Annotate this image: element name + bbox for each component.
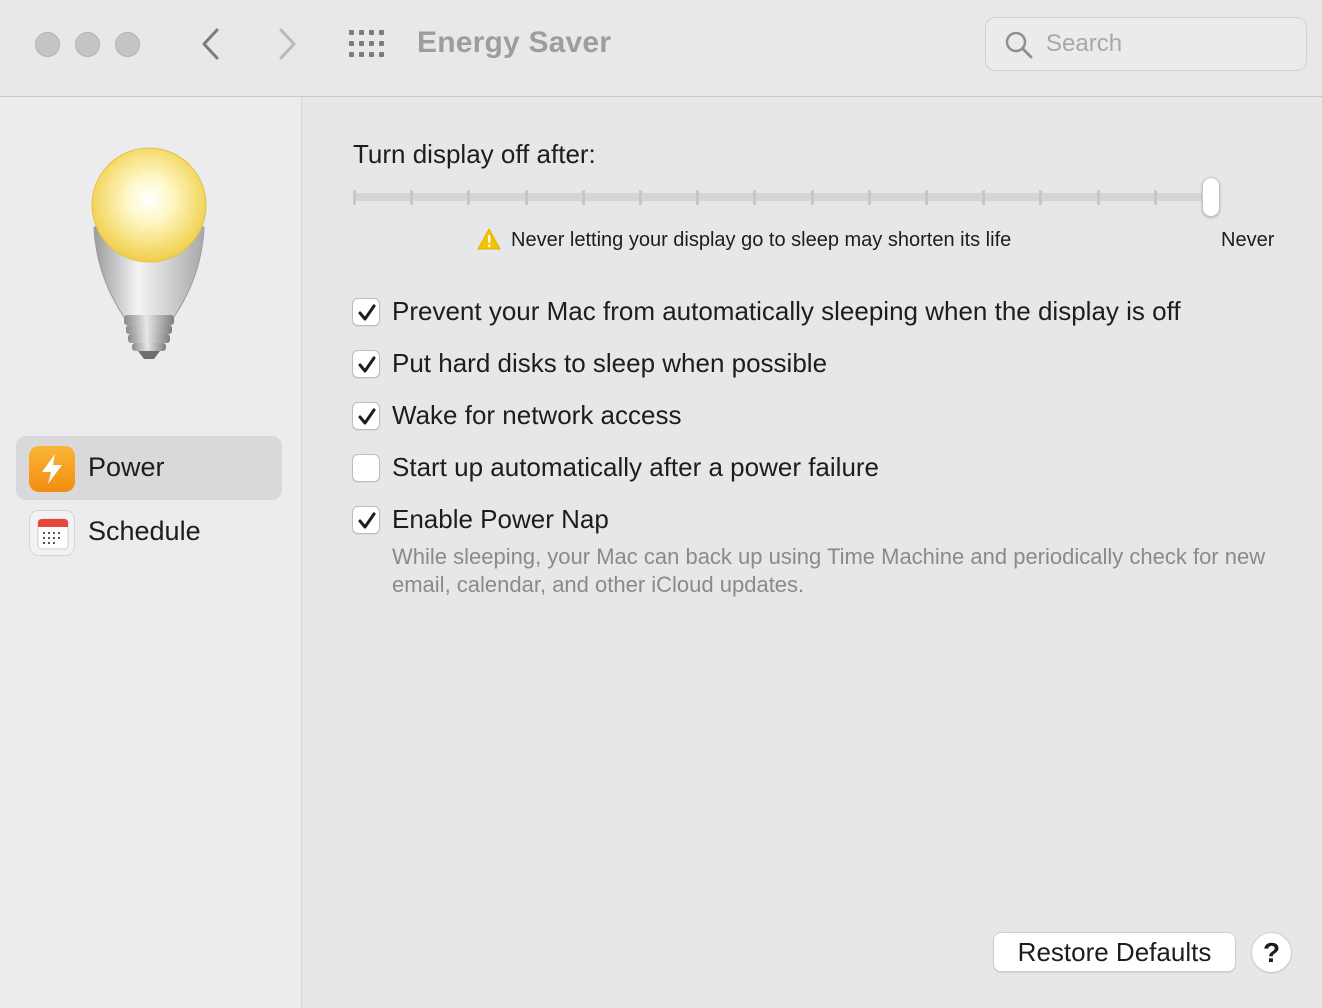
slider-tick	[1153, 190, 1157, 205]
main-panel: Turn display off after: Never letting yo…	[303, 97, 1322, 1008]
power-bolt-icon	[29, 446, 75, 492]
search-field[interactable]	[985, 17, 1307, 71]
slider-tick	[353, 190, 356, 205]
slider-tick	[1096, 190, 1100, 205]
checkmark-icon	[358, 356, 376, 373]
light-bulb-icon	[91, 147, 207, 359]
search-input[interactable]	[1046, 26, 1296, 62]
slider-tick	[982, 190, 986, 205]
window-title: Energy Saver	[417, 26, 612, 59]
slider-track[interactable]	[354, 193, 1214, 201]
sidebar-item-schedule[interactable]: Schedule	[16, 500, 282, 564]
checkbox[interactable]	[352, 506, 380, 534]
checkmark-icon	[358, 408, 376, 425]
show-all-button[interactable]	[349, 30, 385, 58]
sidebar-item-label: Power	[88, 452, 165, 482]
option-label: Put hard disks to sleep when possible	[392, 348, 828, 378]
checkbox[interactable]	[352, 350, 380, 378]
close-window-button[interactable]	[35, 32, 60, 57]
help-button[interactable]: ?	[1251, 932, 1292, 973]
restore-defaults-button[interactable]: Restore Defaults	[993, 932, 1236, 972]
checkbox[interactable]	[352, 298, 380, 326]
option-label: Enable Power Nap	[392, 504, 609, 534]
chevron-left-icon	[202, 28, 219, 60]
slider-tick	[810, 190, 814, 205]
search-icon	[1005, 31, 1033, 59]
grid-icon	[349, 30, 384, 57]
sidebar-item-power[interactable]: Power	[16, 436, 282, 500]
chevron-right-icon	[279, 28, 296, 60]
sidebar: Power Schedule	[0, 97, 302, 1008]
slider-thumb[interactable]	[1202, 177, 1220, 217]
power-nap-description: While sleeping, your Mac can back up usi…	[392, 544, 1266, 597]
sleep-warning-text: Never letting your display go to sleep m…	[511, 229, 1012, 251]
checkmark-icon	[358, 512, 376, 529]
title-bar: Energy Saver	[0, 0, 1322, 97]
slider-tick	[753, 190, 757, 205]
slider-tick	[1039, 190, 1043, 205]
checkbox[interactable]	[352, 454, 380, 482]
slider-tick	[581, 190, 585, 205]
slider-tick	[410, 190, 414, 205]
slider-tick	[524, 190, 528, 205]
warning-icon	[477, 228, 501, 250]
back-button[interactable]	[197, 26, 227, 62]
checkmark-icon	[358, 304, 376, 321]
sidebar-item-label: Schedule	[88, 516, 201, 546]
slider-tick	[467, 190, 471, 205]
option-label: Wake for network access	[392, 400, 682, 430]
zoom-window-button[interactable]	[115, 32, 140, 57]
forward-button[interactable]	[272, 26, 302, 62]
slider-tick	[639, 190, 642, 205]
calendar-icon	[29, 510, 75, 556]
option-label: Start up automatically after a power fai…	[392, 452, 880, 482]
slider-end-label: Never	[1221, 229, 1275, 251]
checkbox[interactable]	[352, 402, 380, 430]
display-sleep-label: Turn display off after:	[353, 139, 596, 169]
option-label: Prevent your Mac from automatically slee…	[392, 296, 1181, 326]
slider-tick	[696, 190, 700, 205]
slider-tick	[925, 190, 928, 205]
minimize-window-button[interactable]	[75, 32, 100, 57]
slider-tick	[867, 190, 871, 205]
